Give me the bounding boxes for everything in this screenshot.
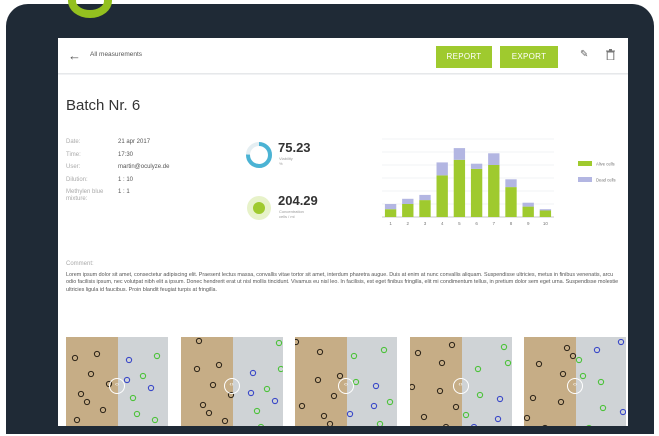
- pencil-icon[interactable]: ✎: [580, 49, 588, 60]
- viability-value: 75.23: [278, 140, 311, 155]
- sample-image-strip: ‹› ‹› ‹› ‹› ‹›: [66, 337, 626, 426]
- sample-image-thumbnail[interactable]: ‹›: [409, 337, 512, 426]
- x-tick-label: 3: [424, 221, 427, 226]
- bar-alive: [470, 168, 483, 217]
- compare-slider-icon[interactable]: ‹›: [567, 378, 583, 394]
- meta-value: 17:30: [118, 151, 134, 158]
- bar-dead: [470, 163, 483, 169]
- compare-slider-icon[interactable]: ‹›: [452, 378, 469, 394]
- bar-alive: [488, 165, 500, 217]
- x-tick-label: 2: [407, 221, 410, 226]
- concentration-unit: cells / ml: [279, 214, 295, 219]
- x-tick-label: 7: [493, 221, 496, 226]
- compare-slider-icon[interactable]: ‹›: [338, 378, 354, 394]
- sample-image-thumbnail[interactable]: ‹›: [180, 337, 283, 426]
- x-tick-label: 10: [543, 221, 549, 226]
- export-button[interactable]: EXPORT: [500, 46, 558, 68]
- meta-label: User:: [66, 164, 81, 170]
- bar-alive: [384, 209, 397, 217]
- concentration-stat: 204.29 Concentration cells / ml: [244, 193, 318, 228]
- bar-alive: [505, 187, 517, 217]
- bar-alive: [402, 204, 414, 217]
- legend-label-dead: Dead cells: [596, 177, 616, 182]
- meta-row-date: Date: 21 apr 2017: [66, 139, 226, 152]
- x-tick-label: 1: [389, 221, 392, 226]
- bar-dead: [505, 179, 517, 188]
- comment-text: Lorem ipsum dolor sit amet, consectetur …: [66, 272, 619, 293]
- bar-dead: [436, 162, 448, 176]
- back-arrow-icon[interactable]: ←: [68, 48, 81, 63]
- x-tick-label: 4: [441, 221, 444, 226]
- legend-swatch-dead: [578, 177, 592, 182]
- bar-dead: [539, 209, 552, 211]
- meta-label: Time:: [66, 151, 81, 158]
- tablet-frame: ← All measurements REPORT EXPORT ✎ Batch…: [6, 0, 654, 434]
- concentration-caption: Concentration cells / ml: [279, 209, 319, 219]
- x-tick-label: 5: [458, 221, 461, 226]
- compare-slider-icon[interactable]: ‹›: [223, 378, 240, 394]
- bar-dead: [522, 202, 534, 207]
- bar-alive: [539, 210, 552, 217]
- top-bar: ← All measurements REPORT EXPORT ✎: [58, 38, 628, 74]
- meta-label: Date:: [66, 139, 81, 145]
- meta-value: 21 apr 2017: [118, 139, 151, 145]
- sample-image-thumbnail[interactable]: ‹›: [295, 337, 397, 426]
- bar-dead: [419, 194, 431, 201]
- meta-row-methylen: Methylen blue mixture: 1 : 1: [66, 189, 226, 205]
- bar-alive: [419, 200, 431, 217]
- viability-caption: Viability%: [279, 156, 319, 166]
- meta-label: Dilution:: [66, 176, 88, 183]
- viability-ring-icon: [246, 142, 272, 168]
- meta-info: Date: 21 apr 2017 Time: 17:30 User: martin@…: [66, 139, 226, 205]
- sample-image-thumbnail[interactable]: ‹›: [66, 337, 168, 426]
- sample-image-thumbnail[interactable]: ‹›: [524, 337, 626, 426]
- bar-alive: [436, 175, 448, 217]
- page-title: Batch Nr. 6: [66, 97, 141, 114]
- app-screen: ← All measurements REPORT EXPORT ✎ Batch…: [58, 38, 628, 426]
- x-tick-label: 8: [510, 221, 513, 226]
- bar-dead: [488, 153, 500, 165]
- concentration-dot-icon: [247, 196, 271, 220]
- meta-row-user: User: martin@oculyze.de: [66, 164, 226, 177]
- meta-row-time: Time: 17:30: [66, 152, 226, 165]
- meta-value: 1 : 1: [118, 189, 130, 195]
- meta-label: Methylen blue mixture:: [66, 189, 104, 202]
- concentration-value: 204.29: [278, 193, 318, 208]
- meta-value: martin@oculyze.de: [118, 164, 170, 170]
- breadcrumb-all-measurements[interactable]: All measurements: [90, 51, 142, 58]
- comment-label: Comment:: [66, 261, 94, 267]
- legend-label-alive: Alive cells: [596, 161, 615, 166]
- x-tick-label: 6: [475, 221, 478, 226]
- bar-dead: [402, 198, 414, 204]
- viability-unit: %: [279, 161, 283, 166]
- bar-alive: [453, 159, 466, 217]
- logo-ring-icon: [68, 0, 112, 18]
- report-button[interactable]: REPORT: [436, 46, 492, 68]
- bar-dead: [453, 148, 466, 160]
- compare-slider-icon[interactable]: ‹›: [109, 378, 125, 394]
- viability-stat: 75.23 Viability%: [244, 140, 311, 175]
- measurement-detail: Batch Nr. 6 Date: 21 apr 2017 Time: 17:30 …: [58, 75, 628, 426]
- x-tick-label: 9: [527, 221, 530, 226]
- meta-row-dilution: Dilution: 1 : 10: [66, 177, 226, 190]
- meta-value: 1 : 10: [118, 176, 134, 183]
- cell-size-bar-chart: 1 2 3 4 5 6 7 8 9 10 Alive cells Dead cells: [382, 138, 616, 226]
- legend-swatch-alive: [578, 161, 592, 166]
- bar-alive: [522, 206, 534, 217]
- bar-dead: [384, 204, 397, 210]
- trash-icon[interactable]: [606, 49, 615, 63]
